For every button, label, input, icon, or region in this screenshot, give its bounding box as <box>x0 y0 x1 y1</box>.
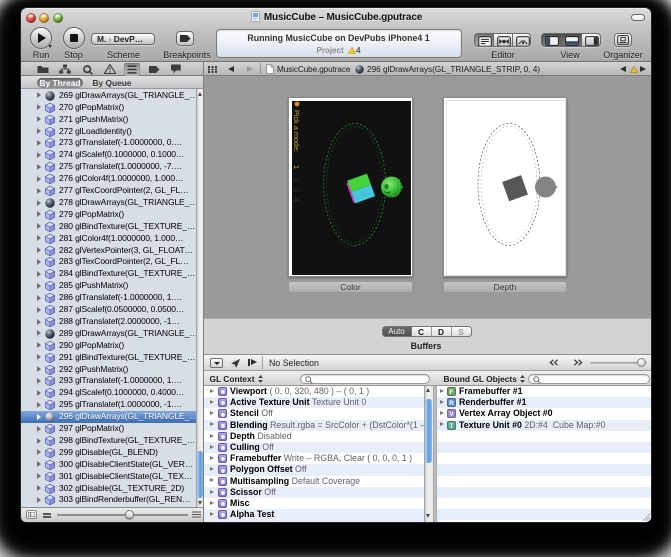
svg-text:4: 4 <box>292 198 299 202</box>
svg-text:3: 3 <box>292 188 299 192</box>
svg-text:Pick a mode:: Pick a mode: <box>292 110 301 152</box>
svg-text:1: 1 <box>292 165 301 169</box>
svg-text:2: 2 <box>292 178 299 182</box>
